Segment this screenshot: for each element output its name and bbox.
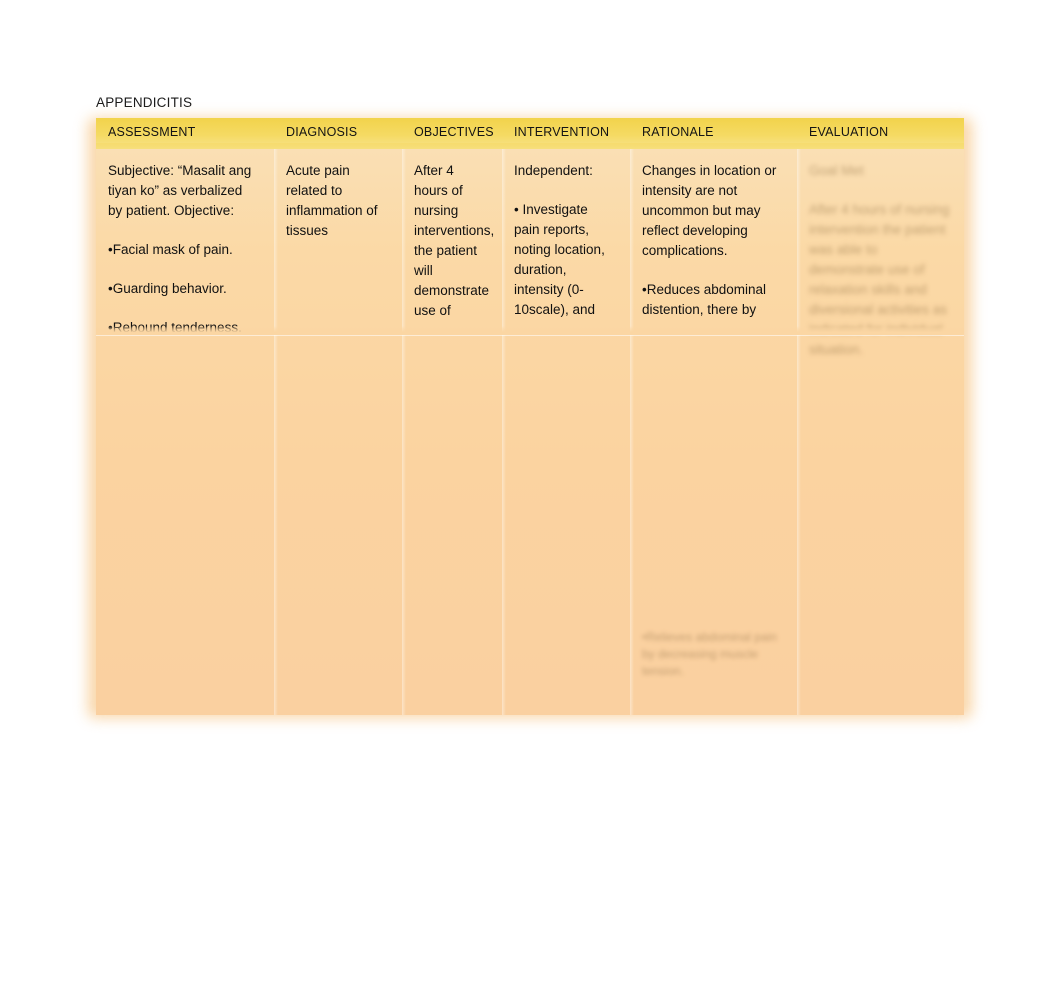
column-header-objectives: OBJECTIVES bbox=[414, 125, 494, 139]
assessment-bullet-1: •Facial mask of pain. bbox=[108, 242, 233, 257]
evaluation-goal-status: Goal Met bbox=[809, 163, 864, 178]
evaluation-body: After 4 hours of nursing intervention th… bbox=[809, 202, 950, 357]
rationale-bullet-1: •Reduces abdominal distention, there by bbox=[642, 282, 767, 317]
rationale-text: Changes in location or intensity are not… bbox=[642, 161, 783, 320]
table-row: Subjective: “Masalit ang tiyan ko” as ve… bbox=[96, 149, 964, 715]
cell-evaluation: Goal Met After 4 hours of nursing interv… bbox=[797, 149, 964, 715]
column-header-rationale: RATIONALE bbox=[642, 125, 714, 139]
cell-objectives: After 4 hours of nursing interventions, … bbox=[402, 149, 502, 715]
intervention-text: Independent: • Investigate pain reports,… bbox=[514, 161, 616, 320]
diagnosis-text: Acute pain related to inflammation of ti… bbox=[286, 161, 388, 241]
cell-diagnosis: Acute pain related to inflammation of ti… bbox=[274, 149, 402, 715]
cell-rationale: Changes in location or intensity are not… bbox=[630, 149, 797, 715]
diagnosis-statement: Acute pain related to inflammation of ti… bbox=[286, 163, 378, 238]
table-header-row: ASSESSMENT DIAGNOSIS OBJECTIVES INTERVEN… bbox=[96, 118, 964, 155]
page-title: APPENDICITIS bbox=[96, 95, 193, 110]
intervention-bullet-1: • Investigate pain reports, noting locat… bbox=[514, 202, 605, 317]
assessment-bullet-3: •Rebound tenderness. bbox=[108, 320, 242, 335]
column-header-intervention: INTERVENTION bbox=[514, 125, 610, 139]
intervention-heading: Independent: bbox=[514, 163, 593, 178]
column-header-evaluation: EVALUATION bbox=[809, 125, 889, 139]
assessment-bullet-2: •Guarding behavior. bbox=[108, 281, 227, 296]
objectives-text: After 4 hours of nursing interventions, … bbox=[414, 161, 495, 321]
assessment-subjective: Subjective: “Masalit ang tiyan ko” as ve… bbox=[108, 163, 252, 218]
rationale-lower-faded-text: •Relieves abdominal pain by decreasing m… bbox=[642, 630, 777, 678]
rationale-paragraph-1: Changes in location or intensity are not… bbox=[642, 163, 777, 258]
column-header-diagnosis: DIAGNOSIS bbox=[286, 125, 358, 139]
cell-assessment: Subjective: “Masalit ang tiyan ko” as ve… bbox=[96, 149, 274, 715]
cell-intervention: Independent: • Investigate pain reports,… bbox=[502, 149, 630, 715]
evaluation-text: Goal Met After 4 hours of nursing interv… bbox=[809, 161, 950, 360]
column-header-assessment: ASSESSMENT bbox=[108, 125, 196, 139]
care-plan-table: ASSESSMENT DIAGNOSIS OBJECTIVES INTERVEN… bbox=[88, 118, 972, 718]
objectives-statement: After 4 hours of nursing interventions, … bbox=[414, 163, 495, 318]
assessment-text: Subjective: “Masalit ang tiyan ko” as ve… bbox=[108, 161, 260, 338]
